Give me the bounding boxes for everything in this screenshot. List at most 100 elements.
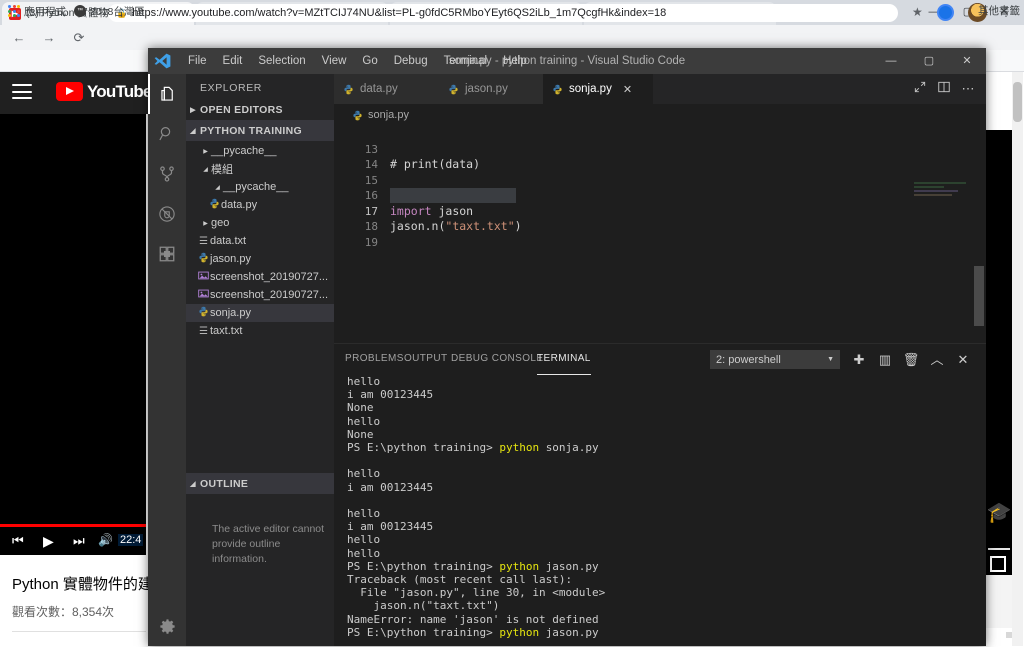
more-actions-icon[interactable]: ⋯	[956, 82, 980, 95]
file-row-screenshot-2[interactable]: screenshot_20190727...	[186, 286, 345, 304]
file-row-taxt-txt[interactable]: ☰ taxt.txt	[186, 322, 345, 340]
terminal-text: hello	[347, 533, 381, 547]
youtube-logo-text: YouTube	[87, 82, 152, 101]
menu-edit[interactable]: Edit	[215, 48, 251, 74]
forward-button[interactable]: →	[40, 29, 58, 47]
graduation-cap-icon: 🎓	[986, 502, 1012, 524]
panel-tab-bar: PROBLEMS OUTPUT DEBUG CONSOLE TERMINAL 2…	[334, 344, 986, 375]
code-editor[interactable]: 13 # print(data) 14 15 16 import jason 1…	[334, 126, 986, 343]
play-icon[interactable]: ▶	[43, 533, 54, 550]
file-row-geo[interactable]: ▶ geo	[186, 214, 348, 232]
terminal-text: PS E:\python training>	[347, 441, 500, 454]
bookmark-2018[interactable]: ™ 2018台灣區	[74, 3, 145, 19]
page-scrollbar-track[interactable]	[1012, 72, 1023, 646]
terminal-line: PS E:\python training> python jason.py	[347, 626, 599, 639]
terminal-line: hello	[347, 467, 380, 480]
terminal-line: Traceback (most recent call last):	[347, 573, 572, 586]
editor-scrollbar-thumb[interactable]	[974, 266, 984, 326]
code-line: 19	[334, 219, 986, 249]
source-control-icon[interactable]	[148, 154, 186, 194]
kill-terminal-icon[interactable]: 🗑	[901, 350, 921, 369]
debug-icon[interactable]	[148, 194, 186, 234]
youtube-video-player[interactable]: ⏮ ▶ ⏭ 🔊 22:4	[0, 114, 146, 555]
extensions-icon[interactable]	[148, 234, 186, 274]
terminal-line: jason.n("taxt.txt")	[347, 599, 499, 612]
split-editor-icon[interactable]	[908, 80, 932, 99]
hamburger-icon[interactable]	[12, 84, 32, 99]
explorer-icon[interactable]	[148, 74, 186, 114]
section-label: PYTHON TRAINING	[200, 124, 302, 137]
vscode-logo-icon	[154, 53, 171, 69]
menu-go[interactable]: Go	[354, 48, 385, 74]
file-row-data-txt[interactable]: ☰ data.txt	[186, 232, 345, 250]
menu-view[interactable]: View	[314, 48, 355, 74]
file-label: screenshot_20190727...	[210, 289, 329, 301]
breadcrumb[interactable]: sonja.py	[334, 104, 986, 126]
file-row-screenshot-1[interactable]: screenshot_20190727...	[186, 268, 345, 286]
editor-area: data.py jason.py sonja.py ✕ ⋯ sonja.py 1…	[334, 74, 986, 646]
panel-tab-debug-console[interactable]: DEBUG CONSOLE	[451, 344, 543, 374]
settings-gear-icon[interactable]	[148, 606, 186, 646]
terminal-text: Traceback (most recent call last):	[347, 573, 573, 586]
menu-terminal[interactable]: Terminal	[436, 48, 495, 74]
bottom-panel: PROBLEMS OUTPUT DEBUG CONSOLE TERMINAL 2…	[334, 343, 986, 646]
menu-selection[interactable]: Selection	[250, 48, 313, 74]
close-panel-icon[interactable]: ✕	[953, 350, 973, 369]
terminal-text: None	[347, 401, 374, 415]
tm-icon: ™	[74, 5, 86, 17]
extension-icon[interactable]	[937, 4, 954, 21]
split-terminal-icon[interactable]: ▥	[875, 350, 895, 369]
section-outline[interactable]: ◢ OUTLINE	[186, 473, 334, 494]
menu-file[interactable]: File	[180, 48, 215, 74]
file-row-moju[interactable]: ◢ 模組	[186, 160, 348, 178]
layout-icon[interactable]	[932, 80, 956, 99]
terminal-line: File "jason.py", line 30, in <module>	[347, 586, 605, 599]
maximize-panel-icon[interactable]: ︿	[927, 350, 947, 369]
previous-icon[interactable]: ⏮	[12, 533, 24, 549]
file-row-jason-py[interactable]: jason.py	[186, 250, 345, 268]
file-row-sonja-py[interactable]: sonja.py	[186, 304, 345, 322]
vscode-menu-bar: File Edit Selection View Go Debug Termin…	[180, 48, 535, 74]
menu-help[interactable]: Help	[495, 48, 535, 74]
other-bookmarks-label[interactable]: 其他書籤	[978, 3, 1020, 18]
menu-debug[interactable]: Debug	[386, 48, 436, 74]
editor-tab-data-py[interactable]: data.py	[334, 74, 439, 104]
fullscreen-icon[interactable]	[990, 556, 1006, 572]
terminal-line: hello	[347, 375, 380, 388]
new-terminal-icon[interactable]: ✚	[849, 350, 869, 369]
file-row-data-py[interactable]: data.py	[186, 196, 356, 214]
volume-icon[interactable]: 🔊	[98, 533, 113, 547]
page-scrollbar-thumb[interactable]	[1013, 82, 1022, 122]
panel-tab-terminal[interactable]: TERMINAL	[537, 344, 591, 375]
back-button[interactable]: ←	[10, 29, 28, 47]
panel-tab-problems[interactable]: PROBLEMS	[345, 344, 404, 374]
address-bar[interactable]: 🔒 https://www.youtube.com/watch?v=MZtTCI…	[108, 4, 898, 22]
terminal-select[interactable]: 2: powershell ▼	[710, 350, 840, 369]
bookmark-apps[interactable]: 應用程式	[8, 3, 66, 19]
vscode-maximize-button[interactable]: ▢	[910, 48, 948, 74]
editor-tab-sonja-py[interactable]: sonja.py ✕	[543, 74, 653, 104]
explorer-sidebar: EXPLORER ▶ OPEN EDITORS ◢ PYTHON TRAININ…	[186, 74, 345, 646]
terminal-command: python	[499, 441, 546, 454]
editor-tab-jason-py[interactable]: jason.py	[439, 74, 543, 104]
reload-button[interactable]: ⟳	[70, 29, 88, 47]
python-file-icon	[197, 306, 210, 320]
section-open-editors[interactable]: ▶ OPEN EDITORS	[186, 99, 334, 120]
panel-tab-output[interactable]: OUTPUT	[404, 344, 448, 374]
file-row-pycache[interactable]: ▶ __pycache__	[186, 142, 348, 160]
vscode-close-button[interactable]: ✕	[948, 48, 986, 74]
bookmark-star-icon[interactable]: ★	[912, 5, 923, 19]
terminal-text: i am 00123445	[347, 520, 434, 534]
tab-close-icon[interactable]: ✕	[623, 83, 632, 96]
terminal-text: jason.py	[545, 559, 599, 573]
search-icon[interactable]	[148, 114, 186, 154]
apps-grid-icon	[8, 5, 20, 17]
file-label: taxt.txt	[210, 325, 243, 337]
player-controls: ⏮ ▶ ⏭ 🔊 22:4	[0, 527, 146, 555]
terminal-text: None	[347, 427, 374, 441]
terminal-text: NameError: name 'jason' is not defined	[347, 612, 599, 626]
terminal-output[interactable]: hello i am 00123445 None hello None PS E:\pyt…	[334, 374, 986, 647]
next-icon[interactable]: ⏭	[73, 533, 85, 549]
section-python-training[interactable]: ◢ PYTHON TRAINING	[186, 120, 334, 141]
vscode-minimize-button[interactable]: —	[872, 48, 910, 74]
